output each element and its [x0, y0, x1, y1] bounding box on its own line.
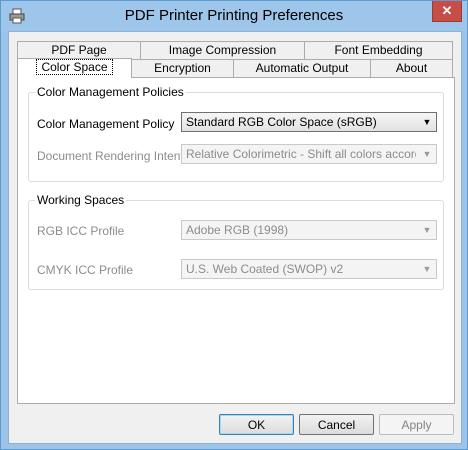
chevron-down-icon: ▼ — [422, 225, 432, 235]
close-button[interactable]: ✕ — [432, 1, 462, 22]
cmyk-profile-select[interactable]: U.S. Web Coated (SWOP) v2 ▼ — [181, 259, 437, 279]
tab-label: Automatic Output — [255, 61, 349, 75]
tab-color-space[interactable]: Color Space — [17, 58, 132, 78]
group-title: Working Spaces — [35, 193, 127, 207]
tab-pdf-page[interactable]: PDF Page — [17, 41, 141, 59]
title-bar[interactable]: PDF Printer Printing Preferences ✕ — [1, 1, 467, 31]
rgb-profile-label: RGB ICC Profile — [37, 224, 125, 238]
rendering-intent-label: Document Rendering Intent — [37, 149, 184, 163]
dialog-client: PDF Page Image Compression Font Embeddin… — [8, 31, 462, 444]
cancel-button[interactable]: Cancel — [299, 414, 374, 435]
tab-panel-color-space: Color Management Policies Color Manageme… — [17, 77, 455, 404]
tab-label: PDF Page — [51, 43, 107, 57]
tab-encryption[interactable]: Encryption — [131, 59, 234, 77]
tab-image-compression[interactable]: Image Compression — [140, 41, 305, 59]
tab-label: Font Embedding — [334, 43, 423, 57]
select-value: Relative Colorimetric - Shift all colors… — [186, 147, 416, 161]
ok-button[interactable]: OK — [219, 414, 294, 435]
cmyk-profile-label: CMYK ICC Profile — [37, 263, 134, 277]
apply-button[interactable]: Apply — [379, 414, 454, 435]
tab-font-embedding[interactable]: Font Embedding — [304, 41, 453, 59]
rgb-profile-select[interactable]: Adobe RGB (1998) ▼ — [181, 220, 437, 240]
color-policy-select[interactable]: Standard RGB Color Space (sRGB) ▼ — [181, 112, 437, 132]
tab-label: Encryption — [154, 61, 211, 75]
tab-about[interactable]: About — [370, 59, 453, 77]
select-value: Adobe RGB (1998) — [186, 223, 289, 237]
select-value: U.S. Web Coated (SWOP) v2 — [186, 262, 344, 276]
tab-label: About — [395, 61, 428, 75]
select-value: Standard RGB Color Space (sRGB) — [186, 115, 377, 129]
window-title: PDF Printer Printing Preferences — [124, 7, 344, 24]
tab-label: Color Space — [36, 59, 113, 75]
preferences-window: PDF Printer Printing Preferences ✕ PDF P… — [0, 0, 468, 450]
color-policy-label: Color Management Policy — [37, 117, 175, 131]
group-title: Color Management Policies — [35, 85, 186, 99]
tab-automatic-output[interactable]: Automatic Output — [233, 59, 371, 77]
color-management-group: Color Management Policies Color Manageme… — [28, 85, 444, 182]
chevron-down-icon: ▼ — [422, 149, 432, 159]
chevron-down-icon: ▼ — [422, 117, 432, 127]
working-spaces-group: Working Spaces RGB ICC Profile Adobe RGB… — [28, 193, 444, 290]
rendering-intent-select[interactable]: Relative Colorimetric - Shift all colors… — [181, 144, 437, 164]
chevron-down-icon: ▼ — [422, 264, 432, 274]
tab-label: Image Compression — [168, 43, 277, 57]
